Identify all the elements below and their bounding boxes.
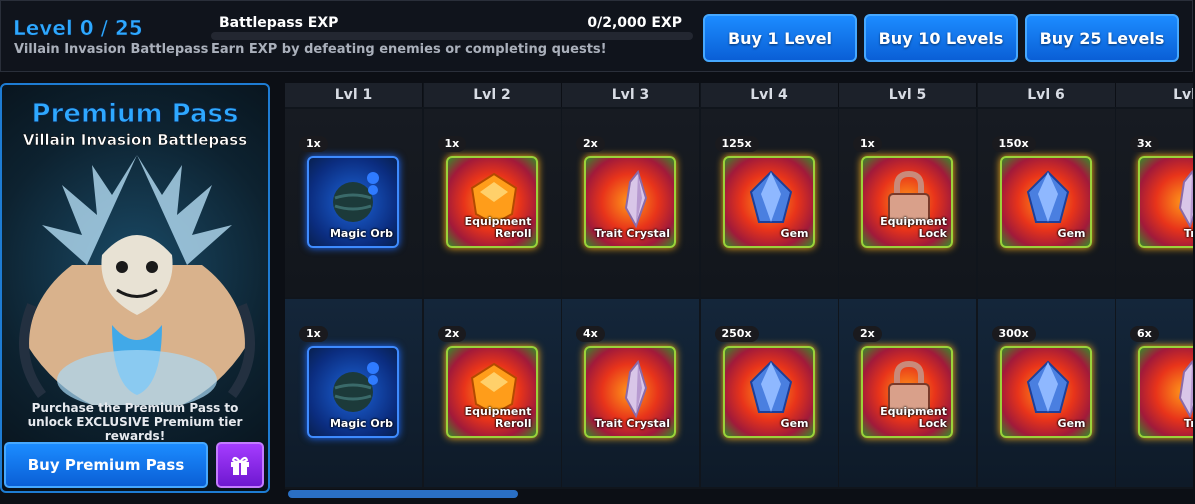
- buy-1-level-button[interactable]: Buy 1 Level: [703, 14, 857, 62]
- exp-value: 0/2,000 EXP: [587, 15, 682, 31]
- level-header: Lvl: [1116, 83, 1193, 107]
- level-header: Lvl 1: [285, 83, 423, 107]
- buy-premium-pass-button[interactable]: Buy Premium Pass: [4, 442, 208, 488]
- reward-card[interactable]: Magic Orb: [307, 156, 399, 248]
- level-column: Lvl 2 Equipment Reroll 1x Equipment Reroll 2…: [423, 83, 562, 489]
- premium-reward-cell: Gem 250x: [700, 299, 838, 487]
- reward-quantity: 2x: [437, 326, 467, 342]
- premium-pass-subtitle: Villain Invasion Battlepass: [22, 131, 248, 150]
- gift-icon: [231, 456, 249, 475]
- premium-pass-panel: Premium Pass Villain Invasion Battlepass…: [0, 83, 270, 493]
- level-column: Lvl 1 Magic Orb 1x Magic Orb 1x: [285, 83, 423, 489]
- premium-reward-cell: Magic Orb 1x: [285, 299, 422, 487]
- reward-card[interactable]: Magic Orb: [307, 346, 399, 438]
- level-column: Lvl 6 Gem 150x Gem 300x: [977, 83, 1116, 489]
- reward-card[interactable]: Equipment Reroll: [445, 346, 538, 438]
- reward-card[interactable]: Equipment Lock: [861, 156, 953, 248]
- reward-quantity: 150x: [991, 136, 1036, 152]
- reward-quantity: 3x: [1130, 136, 1159, 152]
- reward-name: Gem: [1057, 227, 1086, 240]
- reward-card[interactable]: Gem: [722, 156, 815, 248]
- scrollbar-thumb[interactable]: [288, 490, 518, 498]
- reward-name: Magic Orb: [329, 417, 393, 430]
- reward-name: Gem: [1057, 417, 1086, 430]
- villain-character-image: [19, 155, 255, 405]
- reward-grid: Lvl 1 Magic Orb 1x Magic Orb 1x Lvl 2 Equipmen…: [285, 83, 1193, 489]
- free-reward-cell: Equipment Reroll 1x: [423, 109, 561, 297]
- reward-name: Gem: [780, 417, 809, 430]
- reward-quantity: 125x: [714, 136, 759, 152]
- reward-quantity: 6x: [1130, 326, 1159, 342]
- exp-description: Earn EXP by defeating enemies or complet…: [211, 42, 607, 57]
- reward-name: Magic Orb: [329, 227, 393, 240]
- horizontal-scrollbar[interactable]: [285, 489, 1193, 499]
- reward-name: Gem: [780, 227, 809, 240]
- level-header: Lvl 2: [423, 83, 562, 107]
- reward-name: Equipment Reroll: [464, 215, 532, 240]
- level-header: Lvl 4: [700, 83, 839, 107]
- level-header: Lvl 6: [977, 83, 1116, 107]
- premium-reward-cell: Gem 300x: [977, 299, 1115, 487]
- reward-name: Trait Crystal: [594, 417, 670, 430]
- reward-quantity: 1x: [437, 136, 467, 152]
- premium-reward-cell: Trait Crystal 4x: [562, 299, 699, 487]
- reward-card[interactable]: Gem: [999, 156, 1092, 248]
- battlepass-name: Villain Invasion Battlepass: [14, 42, 209, 57]
- reward-name: Trait C: [1183, 417, 1193, 430]
- reward-quantity: 1x: [299, 136, 328, 152]
- reward-quantity: 250x: [714, 326, 759, 342]
- free-reward-cell: Trait Crystal 2x: [562, 109, 699, 297]
- level-counter: Level 0 / 25: [13, 16, 143, 41]
- reward-quantity: 4x: [576, 326, 605, 342]
- reward-card[interactable]: Trait C: [1138, 346, 1193, 438]
- reward-quantity: 1x: [853, 136, 882, 152]
- reward-name: Equipment Reroll: [464, 405, 532, 430]
- free-reward-cell: Gem 150x: [977, 109, 1115, 297]
- premium-reward-cell: Equipment Lock 2x: [839, 299, 976, 487]
- reward-card[interactable]: Gem: [999, 346, 1092, 438]
- free-reward-cell: Magic Orb 1x: [285, 109, 422, 297]
- reward-card[interactable]: Trait C: [1138, 156, 1193, 248]
- reward-quantity: 300x: [991, 326, 1036, 342]
- level-column: Lvl 3 Trait Crystal 2x Trait Crystal 4x: [562, 83, 700, 489]
- reward-name: Equipment Lock: [880, 215, 947, 240]
- level-column: Lvl 5 Equipment Lock 1x Equipment Lock 2x: [839, 83, 977, 489]
- buy-10-levels-button[interactable]: Buy 10 Levels: [864, 14, 1018, 62]
- level-column: Lvl 4 Gem 125x Gem 250x: [700, 83, 839, 489]
- premium-reward-cell: Trait C 6x: [1116, 299, 1193, 487]
- level-header: Lvl 5: [839, 83, 977, 107]
- reward-quantity: 2x: [853, 326, 882, 342]
- reward-card[interactable]: Equipment Lock: [861, 346, 953, 438]
- exp-progress-bar: [211, 32, 693, 40]
- reward-quantity: 2x: [576, 136, 605, 152]
- reward-card[interactable]: Equipment Reroll: [445, 156, 538, 248]
- premium-reward-cell: Equipment Reroll 2x: [423, 299, 561, 487]
- gift-button[interactable]: [216, 442, 264, 488]
- reward-name: Trait Crystal: [594, 227, 670, 240]
- top-bar: Level 0 / 25 Villain Invasion Battlepass…: [0, 0, 1193, 72]
- reward-card[interactable]: Gem: [722, 346, 815, 438]
- premium-pass-title: Premium Pass: [31, 99, 239, 130]
- premium-pass-description: Purchase the Premium Pass to unlock EXCL…: [27, 401, 243, 443]
- level-column: Lvl Trait C 3x Trait C 6x: [1116, 83, 1193, 489]
- reward-quantity: 1x: [299, 326, 328, 342]
- reward-card[interactable]: Trait Crystal: [584, 156, 676, 248]
- buy-25-levels-button[interactable]: Buy 25 Levels: [1025, 14, 1179, 62]
- reward-card[interactable]: Trait Crystal: [584, 346, 676, 438]
- exp-title: Battlepass EXP: [219, 15, 339, 31]
- free-reward-cell: Equipment Lock 1x: [839, 109, 976, 297]
- level-header: Lvl 3: [562, 83, 700, 107]
- reward-name: Trait C: [1183, 227, 1193, 240]
- reward-name: Equipment Lock: [880, 405, 947, 430]
- free-reward-cell: Gem 125x: [700, 109, 838, 297]
- free-reward-cell: Trait C 3x: [1116, 109, 1193, 297]
